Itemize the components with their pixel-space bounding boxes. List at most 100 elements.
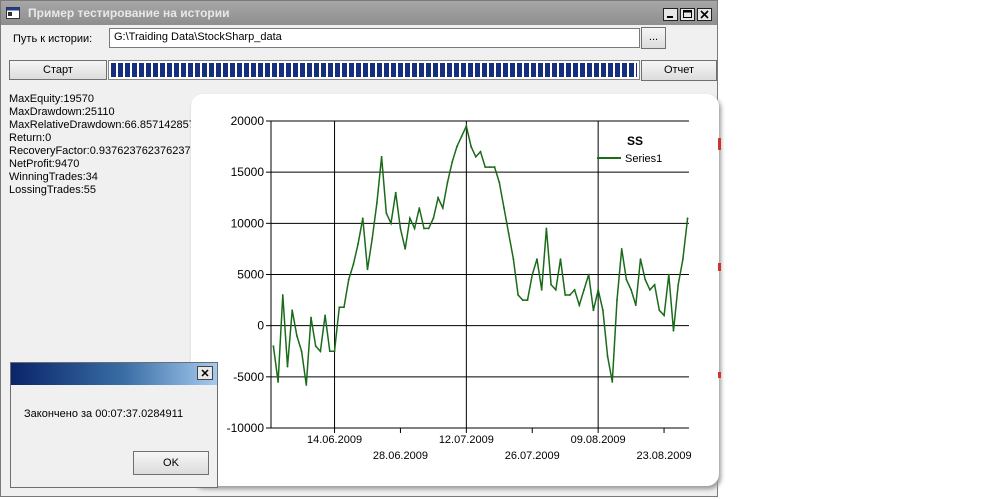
y-tick-label: 0 (257, 319, 264, 333)
data-point (277, 381, 279, 383)
data-point (663, 314, 665, 317)
stat-line: MaxRelativeDrawdown:66.857142857 (9, 119, 191, 131)
data-point (305, 384, 308, 386)
minimize-button[interactable] (663, 8, 678, 21)
data-point (474, 155, 477, 158)
dialog-close-button[interactable] (197, 366, 213, 380)
data-point (272, 345, 275, 348)
stat-line: LossingTrades:55 (9, 184, 97, 196)
y-tick-label: 5000 (237, 268, 264, 282)
data-point (611, 381, 614, 383)
x-tick-label: 26.07.2009 (505, 450, 560, 462)
data-point (366, 268, 369, 271)
data-point (328, 350, 331, 353)
data-point (601, 309, 604, 312)
data-point (677, 283, 680, 286)
data-point (361, 217, 364, 220)
data-point (413, 227, 416, 230)
completion-dialog: Закончено за 00:07:37.0284911 OK (10, 362, 218, 488)
data-point (597, 288, 600, 291)
data-point (503, 207, 505, 209)
equity-chart: 20000 15000 10000 5000 0 -5000 -10000 14.06.200… (227, 114, 692, 462)
close-icon (201, 369, 209, 377)
data-point (616, 299, 618, 301)
stat-line: MaxEquity:19570 (9, 93, 94, 105)
data-point (371, 237, 374, 240)
close-icon (700, 10, 709, 19)
data-point (300, 350, 303, 353)
maximize-icon (683, 10, 692, 18)
data-point (310, 316, 312, 319)
legend-title: SS (627, 134, 643, 148)
data-point (531, 273, 534, 276)
ok-button[interactable]: OK (133, 451, 209, 475)
data-point (441, 207, 444, 209)
data-point (564, 294, 567, 296)
data-point (338, 306, 341, 309)
data-point (347, 278, 350, 281)
data-point (540, 288, 543, 291)
data-point (404, 248, 407, 250)
data-point (423, 227, 425, 230)
data-point (418, 207, 421, 209)
data-point (521, 299, 524, 301)
window-title: Пример тестирование на истории (28, 6, 230, 20)
data-point (658, 309, 661, 312)
data-point (390, 222, 392, 225)
minimize-icon (667, 16, 673, 18)
data-point (343, 306, 345, 309)
data-point (526, 299, 529, 301)
data-point (681, 258, 684, 261)
chart-legend: SS Series1 (597, 134, 662, 165)
data-point (385, 212, 388, 214)
y-tick-label: -5000 (233, 370, 264, 384)
data-point (451, 161, 454, 163)
stat-line: NetProfit:9470 (9, 158, 80, 170)
data-point (649, 288, 651, 291)
dialog-message: Закончено за 00:07:37.0284911 (24, 408, 184, 420)
data-point (314, 345, 317, 348)
data-point (545, 227, 548, 230)
background-window-edge (718, 138, 721, 378)
data-point (625, 278, 628, 281)
data-point (507, 232, 510, 235)
data-point (281, 294, 284, 296)
data-point (295, 335, 298, 337)
stats-panel: MaxEquity:19570 MaxDrawdown:25110 MaxRel… (9, 93, 191, 197)
data-point (517, 294, 520, 296)
data-point (352, 263, 355, 266)
data-point (456, 145, 458, 148)
data-point (286, 365, 289, 368)
path-label: Путь к истории: (13, 33, 93, 45)
x-tick-label: 14.06.2009 (307, 434, 362, 446)
x-tick-label: 12.07.2009 (439, 434, 494, 446)
start-button[interactable]: Старт (9, 60, 107, 80)
progress-fill (111, 63, 637, 77)
data-point (432, 217, 435, 220)
data-point (394, 191, 397, 194)
data-point (324, 314, 327, 317)
maximize-button[interactable] (680, 8, 695, 21)
data-point (484, 166, 487, 168)
x-tick-label: 28.06.2009 (373, 450, 428, 462)
data-point (446, 181, 449, 184)
data-point (437, 196, 440, 199)
y-tick-label: 15000 (231, 165, 265, 179)
report-button[interactable]: Отчет (641, 60, 717, 81)
history-path-input[interactable]: G:\Traiding Data\StockSharp_data (109, 28, 640, 48)
data-point (644, 278, 647, 281)
legend-label: Series1 (625, 153, 662, 165)
data-point (291, 309, 294, 312)
data-point (667, 273, 670, 276)
browse-button[interactable]: ... (641, 27, 666, 49)
data-point (333, 350, 336, 353)
data-point (319, 350, 322, 353)
data-point (376, 201, 378, 204)
data-point (587, 273, 590, 276)
data-point (498, 181, 501, 184)
data-point (470, 145, 472, 148)
close-button[interactable] (697, 8, 712, 21)
equity-chart-panel: 20000 15000 10000 5000 0 -5000 -10000 14.06.200… (191, 94, 719, 486)
data-point (634, 304, 637, 307)
data-point (559, 258, 562, 261)
